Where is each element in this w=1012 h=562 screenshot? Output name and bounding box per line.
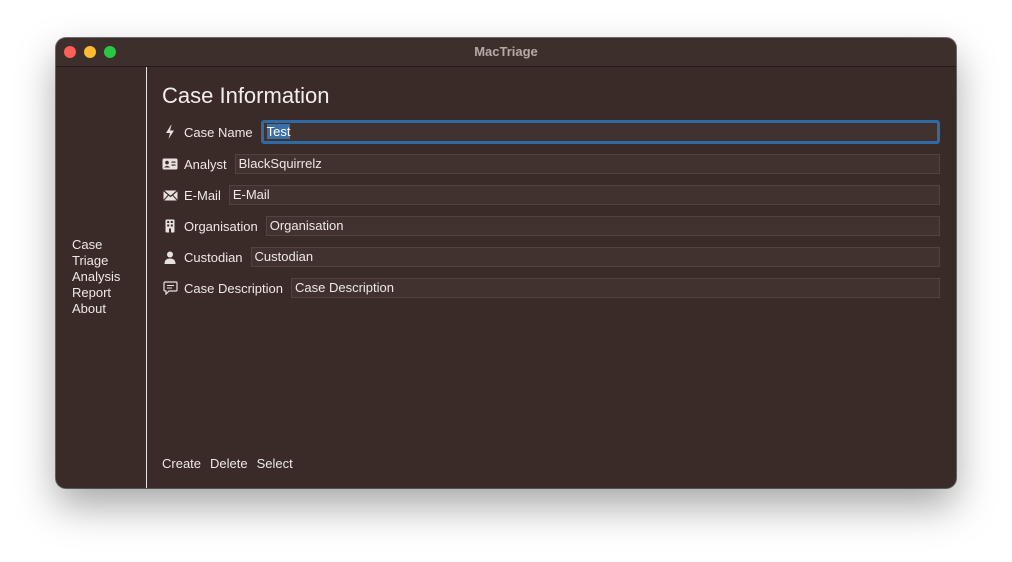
sidebar: Case Triage Analysis Report About [56,67,146,488]
case-name-row: Case Name Test [162,120,940,144]
custodian-row: Custodian Custodian [162,246,940,268]
analyst-row: Analyst BlackSquirrelz [162,153,940,175]
person-icon [162,249,178,265]
case-actions: Create Delete Select [162,456,293,471]
analyst-field[interactable]: BlackSquirrelz [234,154,940,174]
analyst-label: Analyst [184,156,227,172]
case-description-field[interactable]: Case Description [291,278,940,298]
title-bar[interactable]: MacTriage [56,38,956,67]
contact-card-icon [162,156,178,172]
organisation-row: Organisation Organisation [162,215,940,237]
case-description-row: Case Description Case Description [162,277,940,299]
organisation-field[interactable]: Organisation [265,216,940,236]
case-name-label: Case Name [184,124,253,140]
case-description-label: Case Description [184,280,283,296]
sidebar-item-report[interactable]: Report [72,285,120,301]
sidebar-item-triage[interactable]: Triage [72,253,120,269]
sidebar-item-case[interactable]: Case [72,237,120,253]
envelope-icon [162,187,178,203]
building-icon [162,218,178,234]
case-information-panel: Case Information Case Name Test Analyst … [147,67,956,488]
sidebar-item-about[interactable]: About [72,301,120,317]
email-label: E-Mail [184,187,221,203]
case-name-value: Test [266,124,291,139]
sidebar-nav: Case Triage Analysis Report About [72,237,120,317]
organisation-label: Organisation [184,218,258,234]
bolt-icon [162,124,178,140]
case-name-field[interactable]: Test [260,120,940,144]
sidebar-item-analysis[interactable]: Analysis [72,269,120,285]
speech-bubble-icon [162,280,178,296]
custodian-field[interactable]: Custodian [250,247,940,267]
email-field[interactable]: E-Mail [228,185,940,205]
window-title: MacTriage [474,44,538,59]
select-button[interactable]: Select [257,456,293,471]
delete-button[interactable]: Delete [210,456,248,471]
custodian-label: Custodian [184,249,243,265]
email-row: E-Mail E-Mail [162,184,940,206]
create-button[interactable]: Create [162,456,201,471]
app-window: MacTriage Case Triage Analysis Report Ab… [56,38,956,488]
page-title: Case Information [162,83,330,108]
